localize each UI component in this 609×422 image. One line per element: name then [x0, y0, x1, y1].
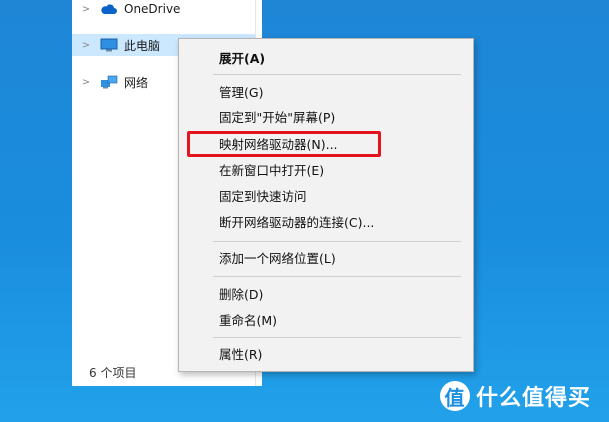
menu-item-disconnect-drive[interactable]: 断开网络驱动器的连接(C)...: [219, 213, 374, 233]
nav-item-label: 网络: [124, 75, 149, 90]
menu-item-expand[interactable]: 展开(A): [219, 49, 265, 69]
context-menu: 展开(A) 管理(G) 固定到"开始"屏幕(P) 映射网络驱动器(N)... 在…: [178, 38, 474, 372]
chevron-right-icon[interactable]: >: [80, 4, 92, 15]
nav-item-label: 此电脑: [124, 38, 161, 53]
watermark: 值 什么值得买: [440, 378, 591, 414]
chevron-right-icon[interactable]: >: [80, 40, 92, 51]
network-icon: [100, 75, 118, 89]
menu-separator: [213, 74, 461, 75]
menu-item-pin-quick-access[interactable]: 固定到快速访问: [219, 187, 307, 207]
menu-separator: [213, 337, 461, 338]
menu-item-manage[interactable]: 管理(G): [219, 83, 263, 103]
status-item-count: 6 个项目: [89, 366, 137, 380]
menu-item-rename[interactable]: 重命名(M): [219, 311, 277, 331]
watermark-logo-icon: 值: [440, 381, 470, 411]
menu-separator: [213, 276, 461, 277]
nav-item-onedrive[interactable]: > OneDrive: [72, 0, 255, 20]
menu-separator: [213, 241, 461, 242]
nav-item-label: OneDrive: [124, 2, 181, 16]
watermark-text: 什么值得买: [476, 386, 592, 411]
computer-icon: [100, 38, 118, 52]
menu-item-open-new-window[interactable]: 在新窗口中打开(E): [219, 161, 324, 181]
menu-item-add-network-location[interactable]: 添加一个网络位置(L): [219, 249, 336, 269]
highlight-box: [187, 131, 381, 157]
menu-item-delete[interactable]: 删除(D): [219, 285, 263, 305]
chevron-right-icon[interactable]: >: [80, 77, 92, 88]
cloud-icon: [100, 2, 118, 16]
menu-item-pin-start[interactable]: 固定到"开始"屏幕(P): [219, 108, 335, 128]
menu-item-properties[interactable]: 属性(R): [219, 345, 262, 365]
